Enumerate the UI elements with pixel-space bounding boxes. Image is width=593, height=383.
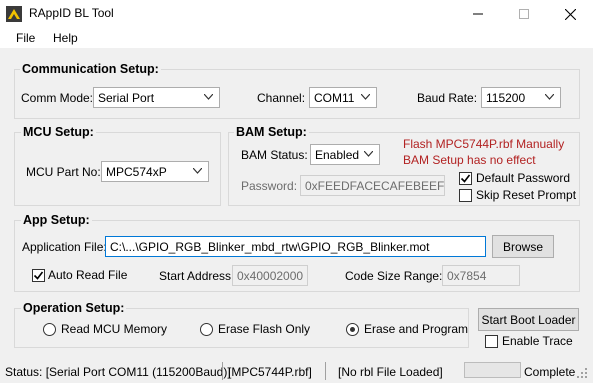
baud-rate-label: Baud Rate: (417, 91, 478, 105)
code-size-value: 0x7854 (447, 268, 487, 283)
mcu-part-label: MCU Part No: (26, 165, 101, 179)
comm-mode-select[interactable]: Serial Port (93, 87, 220, 108)
application-file-value: C:\...\GPIO_RGB_Blinker_mbd_rtw\GPIO_RGB… (110, 239, 430, 254)
enable-trace-label: Enable Trace (502, 334, 573, 348)
code-size-label: Code Size Range: (345, 269, 443, 283)
status-rbl: [No rbl File Loaded] (338, 365, 443, 379)
bam-status-select[interactable]: Enabled (310, 144, 380, 165)
maximize-icon (519, 9, 529, 19)
default-password-label: Default Password (476, 171, 571, 185)
bam-note-line2: BAM Setup has no effect (403, 153, 536, 167)
status-file: [MPC5744P.rbf] (228, 365, 312, 379)
menu-file[interactable]: File (16, 31, 35, 45)
minimize-icon (473, 13, 483, 15)
application-file-label: Application File: (22, 240, 107, 254)
bam-status-label: BAM Status: (241, 148, 308, 162)
mcu-part-select[interactable]: MPC574xP (101, 161, 209, 182)
checkmark-icon (33, 271, 44, 280)
skip-reset-checkbox[interactable] (459, 189, 472, 202)
window-title: RAppID BL Tool (29, 6, 114, 20)
erase-and-program-label: Erase and Program (364, 322, 469, 336)
baud-rate-select[interactable]: 115200 (481, 87, 561, 108)
password-label: Password: (241, 179, 298, 193)
channel-label: Channel: (257, 91, 306, 105)
erase-flash-only-label: Erase Flash Only (218, 322, 311, 336)
status-connection: Status: [Serial Port COM11 (115200Baud)] (5, 365, 231, 379)
chevron-down-icon (545, 94, 554, 100)
status-progress-bar (464, 362, 521, 378)
status-separator (325, 362, 326, 380)
browse-button[interactable]: Browse (492, 235, 554, 258)
mcu-part-value: MPC574xP (106, 164, 167, 179)
maximize-button[interactable] (501, 0, 547, 28)
bam-note-line1: Flash MPC5744P.rbf Manually (403, 137, 565, 151)
start-address-value: 0x40002000 (237, 268, 304, 283)
comm-mode-label: Comm Mode: (21, 91, 94, 105)
auto-read-checkbox[interactable] (32, 269, 45, 282)
read-mcu-memory-label: Read MCU Memory (61, 322, 168, 336)
checkmark-icon (460, 174, 471, 183)
radio-read-mcu-memory[interactable] (43, 323, 56, 336)
chevron-down-icon (361, 94, 370, 100)
start-boot-loader-button[interactable]: Start Boot Loader (478, 308, 579, 331)
radio-erase-and-program[interactable] (346, 323, 359, 336)
minimize-button[interactable] (455, 0, 501, 28)
status-separator (222, 362, 223, 380)
channel-value: COM11 (314, 90, 355, 105)
close-button[interactable] (547, 0, 593, 28)
bam-setup-title: BAM Setup: (234, 125, 309, 139)
baud-rate-value: 115200 (486, 90, 526, 105)
menu-help[interactable]: Help (53, 31, 78, 45)
status-state: Complete (524, 365, 576, 379)
chevron-down-icon (364, 151, 373, 157)
menu-bar (0, 28, 593, 48)
code-size-field[interactable]: 0x7854 (442, 265, 520, 286)
bam-status-value: Enabled (315, 147, 360, 162)
close-icon (564, 8, 576, 20)
start-address-label: Start Address: (159, 269, 235, 283)
mcu-setup-title: MCU Setup: (21, 125, 96, 139)
radio-erase-flash-only[interactable] (200, 323, 213, 336)
operation-setup-title: Operation Setup: (21, 301, 127, 315)
communication-setup-title: Communication Setup: (20, 62, 161, 76)
default-password-checkbox[interactable] (459, 172, 472, 185)
application-file-input[interactable]: C:\...\GPIO_RGB_Blinker_mbd_rtw\GPIO_RGB… (105, 236, 486, 257)
chevron-down-icon (193, 168, 202, 174)
auto-read-label: Auto Read File (48, 268, 128, 282)
chevron-down-icon (204, 94, 213, 100)
comm-mode-value: Serial Port (98, 90, 155, 105)
start-address-field[interactable]: 0x40002000 (232, 265, 308, 286)
skip-reset-label: Skip Reset Prompt (476, 188, 577, 202)
enable-trace-checkbox[interactable] (485, 335, 498, 348)
app-setup-title: App Setup: (21, 213, 92, 227)
password-value: 0xFEEDFACECAFEBEEF (305, 178, 445, 193)
channel-select[interactable]: COM11 (309, 87, 377, 108)
password-field[interactable]: 0xFEEDFACECAFEBEEF (300, 175, 445, 196)
bl-tool-app-icon (6, 6, 22, 22)
resize-grip-icon[interactable] (577, 368, 589, 380)
